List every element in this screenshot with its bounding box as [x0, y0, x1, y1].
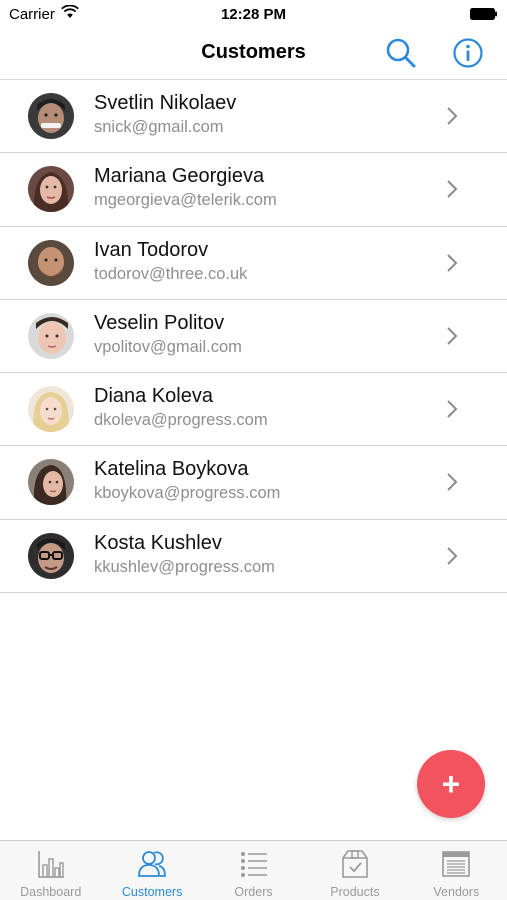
customer-email: kkushlev@progress.com — [94, 557, 275, 576]
tab-label: Vendors — [433, 885, 480, 899]
customer-row[interactable]: Ivan Todorov todorov@three.co.uk — [0, 227, 507, 300]
tab-customers[interactable]: Customers — [101, 841, 202, 900]
chevron-right-icon — [447, 107, 458, 125]
tab-bar: Dashboard Customers Orders Products Vend… — [0, 840, 507, 900]
customer-row[interactable]: Veselin Politov vpolitov@gmail.com — [0, 300, 507, 374]
tab-label: Orders — [234, 885, 273, 899]
status-time: 12:28 PM — [220, 6, 287, 23]
customer-name: Diana Koleva — [94, 385, 213, 408]
customer-row[interactable]: Mariana Georgieva mgeorgieva@telerik.com — [0, 153, 507, 227]
search-icon — [386, 38, 416, 68]
avatar — [28, 459, 74, 506]
customer-name: Svetlin Nikolaev — [94, 92, 237, 114]
receipt-icon — [442, 851, 471, 877]
info-icon — [453, 38, 483, 68]
customer-list: Svetlin Nikolaev snick@gmail.com Mariana… — [0, 80, 507, 594]
box-icon — [342, 850, 368, 878]
avatar — [28, 239, 74, 286]
customer-name: Kosta Kushlev — [94, 531, 222, 554]
navigation-bar: Customers — [0, 30, 507, 80]
customer-email: mgeorgieva@telerik.com — [94, 191, 277, 210]
plus-icon: + — [441, 766, 461, 802]
avatar — [28, 93, 74, 139]
customer-email: snick@gmail.com — [94, 118, 224, 136]
customer-email: kboykova@progress.com — [94, 484, 281, 503]
page-title: Customers — [201, 41, 306, 63]
customer-name: Veselin Politov — [94, 311, 225, 334]
tab-label: Customers — [121, 885, 183, 899]
add-customer-button[interactable]: + — [417, 750, 485, 818]
avatar — [28, 532, 74, 579]
chevron-right-icon — [447, 253, 458, 272]
chevron-right-icon — [447, 400, 458, 418]
list-icon — [240, 852, 267, 877]
customer-row[interactable]: Katelina Boykova kboykova@progress.com — [0, 446, 507, 520]
chevron-right-icon — [447, 547, 458, 565]
customer-email: dkoleva@progress.com — [94, 411, 268, 430]
customer-row[interactable]: Svetlin Nikolaev snick@gmail.com — [0, 80, 507, 154]
customer-name: Ivan Todorov — [94, 238, 209, 261]
customer-name: Katelina Boykova — [94, 458, 249, 481]
tab-dashboard[interactable]: Dashboard — [0, 841, 101, 900]
customer-name: Mariana Georgieva — [94, 165, 265, 188]
chevron-right-icon — [447, 473, 458, 492]
customer-row[interactable]: Diana Koleva dkoleva@progress.com — [0, 373, 507, 447]
customer-row[interactable]: Kosta Kushlev kkushlev@progress.com — [0, 520, 507, 594]
avatar — [28, 386, 74, 433]
info-button[interactable] — [451, 36, 485, 70]
search-button[interactable] — [384, 36, 418, 70]
tab-products[interactable]: Products — [304, 841, 405, 900]
chevron-right-icon — [447, 180, 458, 199]
battery-icon — [470, 8, 497, 20]
chevron-right-icon — [447, 327, 458, 345]
avatar — [28, 166, 74, 213]
bar-chart-icon — [37, 851, 64, 878]
users-icon — [138, 851, 167, 877]
avatar — [28, 312, 74, 359]
status-bar: Carrier 12:28 PM — [0, 0, 507, 30]
tab-orders[interactable]: Orders — [203, 841, 304, 900]
customer-email: todorov@three.co.uk — [94, 264, 248, 283]
tab-vendors[interactable]: Vendors — [406, 841, 507, 900]
tab-label: Products — [330, 885, 380, 899]
tab-label: Dashboard — [20, 885, 82, 899]
customer-email: vpolitov@gmail.com — [94, 337, 242, 356]
